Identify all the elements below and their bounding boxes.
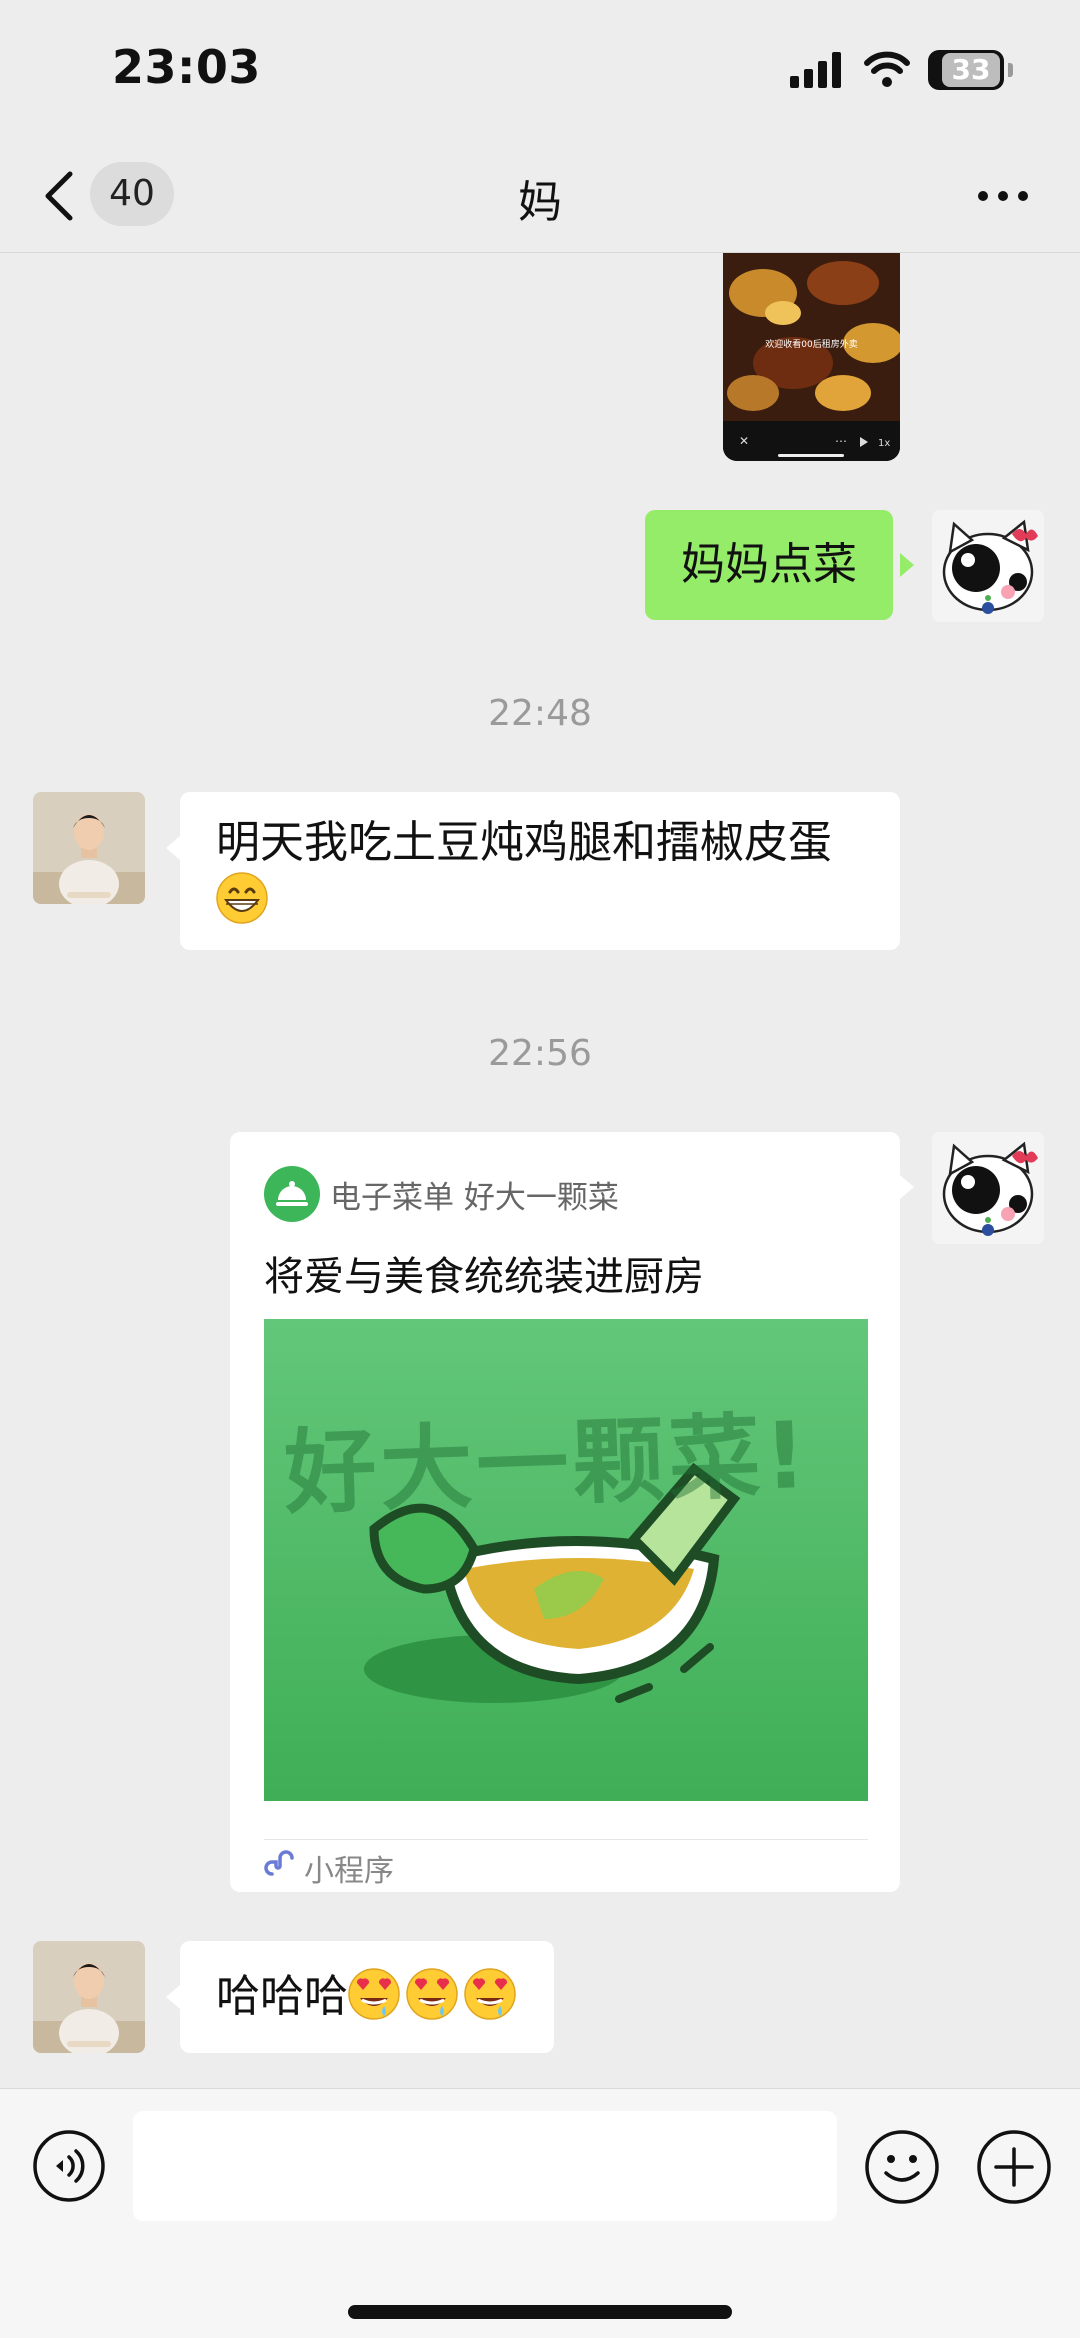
bubble-tail (900, 1175, 914, 1199)
status-time: 23:03 (112, 40, 261, 94)
video-message[interactable]: ✕ ⋯ 1x 欢迎收看00后租房外卖 (723, 253, 900, 461)
drooling-heart-eyes-emoji (464, 1968, 516, 2020)
person-avatar-icon (33, 792, 145, 904)
grinning-face-emoji (216, 872, 268, 924)
input-bar (0, 2088, 1080, 2338)
wifi-icon (864, 51, 910, 87)
cloche-icon (276, 1181, 308, 1206)
drooling-heart-eyes-emoji (406, 1968, 458, 2020)
cover-image-lettering: 好大一颗菜! (282, 1401, 812, 1528)
battery-icon: 33 (928, 50, 1013, 90)
my-avatar[interactable] (932, 1132, 1044, 1244)
mini-program-logo (264, 1166, 320, 1222)
timestamp: 22:48 (488, 693, 592, 734)
kitty-avatar-icon (932, 510, 1044, 622)
bubble-tail (900, 553, 914, 577)
signal-icon (790, 52, 841, 88)
message-bubble-contact[interactable]: 明天我吃土豆炖鸡腿和擂椒皮蛋 (180, 792, 900, 950)
mini-program-card[interactable]: 电子菜单 好大一颗菜 将爱与美食统统装进厨房 好大一颗菜! 小程序 (230, 1132, 900, 1892)
voice-input-icon[interactable] (32, 2129, 106, 2203)
more-actions-plus-icon[interactable] (976, 2129, 1052, 2205)
more-icon[interactable] (975, 178, 1031, 214)
mini-program-label: 小程序 (304, 1854, 394, 1889)
message-text: 妈妈点菜 (681, 539, 857, 590)
emoji-picker-icon[interactable] (864, 2129, 940, 2205)
mini-program-name: 电子菜单 好大一颗菜 (330, 1180, 619, 1216)
person-avatar-icon (33, 1941, 145, 2053)
mini-program-title: 将爱与美食统统装进厨房 (264, 1254, 704, 1300)
message-bubble-contact[interactable]: 哈哈哈 (180, 1941, 554, 2053)
home-indicator[interactable] (348, 2305, 732, 2319)
battery-level: 33 (951, 53, 991, 86)
message-input[interactable] (133, 2111, 837, 2221)
mini-program-cover-image: 好大一颗菜! (264, 1319, 868, 1801)
video-overlay-caption: 欢迎收看00后租房外卖 (765, 340, 858, 350)
message-bubble-me[interactable]: 妈妈点菜 (645, 510, 893, 620)
kitty-avatar-icon (932, 1132, 1044, 1244)
chat-header: 40 妈 (0, 140, 1080, 253)
my-avatar[interactable] (932, 510, 1044, 622)
message-list[interactable]: ✕ ⋯ 1x 欢迎收看00后租房外卖 妈妈点菜 22:48 明天我吃土豆炖鸡腿和… (0, 253, 1080, 2087)
drooling-heart-eyes-emoji (348, 1968, 400, 2020)
svg-text:1x: 1x (878, 438, 890, 449)
svg-text:⋯: ⋯ (835, 434, 847, 448)
svg-text:✕: ✕ (739, 434, 749, 448)
divider (264, 1839, 868, 1840)
timestamp: 22:56 (488, 1033, 592, 1074)
contact-avatar[interactable] (33, 792, 145, 904)
message-text: 明天我吃土豆炖鸡腿和擂椒皮蛋 (216, 817, 832, 868)
bubble-tail (166, 1985, 180, 2009)
chat-title: 妈 (518, 177, 562, 228)
mini-program-icon (264, 1850, 294, 1876)
message-text: 哈哈哈 (216, 1971, 348, 2022)
contact-avatar[interactable] (33, 1941, 145, 2053)
bubble-tail (166, 836, 180, 860)
